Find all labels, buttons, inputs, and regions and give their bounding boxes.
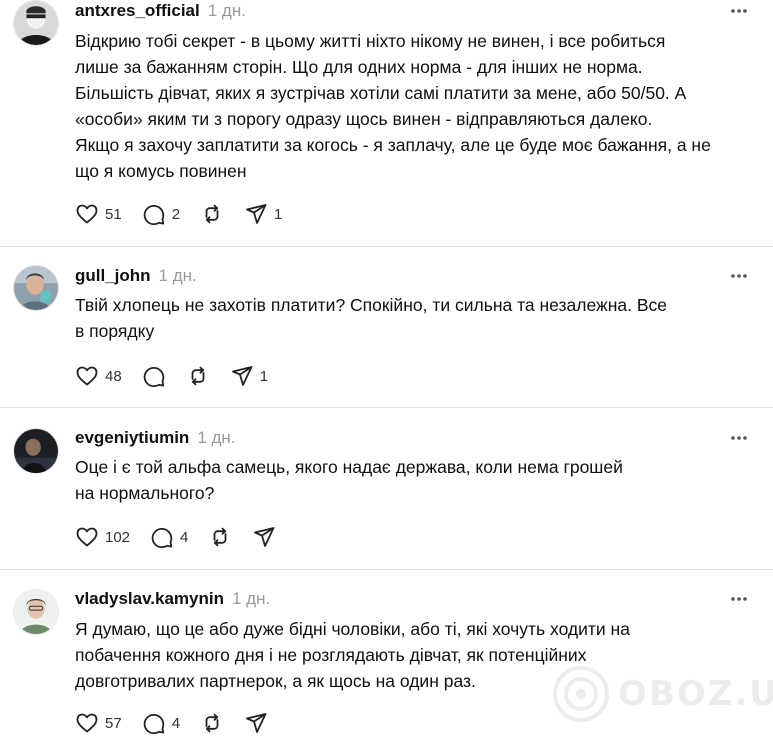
repost-icon <box>205 713 219 733</box>
share-button[interactable]: 1 <box>244 201 282 227</box>
timestamp: 1 дн. <box>158 266 197 285</box>
like-count: 102 <box>105 528 131 546</box>
post-antxres-official: antxres_official 1 дн. Відкрию тобі секре… <box>0 0 773 247</box>
send-icon <box>231 366 253 386</box>
action-bar: 57 4 <box>75 710 288 736</box>
like-button[interactable]: 57 <box>75 710 122 736</box>
action-bar: 48 1 <box>75 363 288 389</box>
avatar-image <box>14 429 58 473</box>
username[interactable]: evgeniytiumin <box>75 428 189 447</box>
timestamp: 1 дн. <box>197 428 236 447</box>
share-count: 1 <box>259 367 269 385</box>
send-icon <box>246 204 267 224</box>
reply-button[interactable]: 4 <box>142 710 180 736</box>
avatar-image <box>14 266 58 310</box>
more-icon[interactable] <box>729 589 749 609</box>
watermark-text: OBOZ.UA <box>618 674 773 714</box>
text-line: Якщо я захочу заплатити за когось - я за… <box>75 135 711 155</box>
heart-icon <box>76 713 98 733</box>
comment-icon <box>143 713 164 735</box>
watermark: OBOZ.UA <box>552 664 773 724</box>
post-gull-john: gull_john 1 дн. Твій хлопець не захотів п… <box>0 247 773 408</box>
text-line: лише за бажанням сторін. Що для одних но… <box>75 57 643 77</box>
repost-button[interactable] <box>208 524 232 550</box>
avatar[interactable] <box>13 265 59 311</box>
post-text: Оце і є той альфа самець, якого надає де… <box>75 454 755 506</box>
timestamp: 1 дн. <box>207 1 246 20</box>
reply-count: 4 <box>171 714 181 732</box>
avatar[interactable] <box>13 589 59 635</box>
text-line: на нормального? <box>75 483 215 503</box>
reply-count: 4 <box>180 528 189 546</box>
username[interactable]: antxres_official <box>75 1 200 20</box>
watermark-logo-icon <box>553 666 609 722</box>
avatar[interactable] <box>13 0 59 46</box>
action-bar: 102 4 <box>75 524 296 550</box>
like-button[interactable]: 48 <box>75 363 122 389</box>
reply-button[interactable] <box>142 363 166 389</box>
text-line: «особи» яким ти з порогу одразу щось вин… <box>75 109 653 129</box>
action-bar: 51 2 1 <box>75 201 302 227</box>
repost-icon <box>213 527 227 547</box>
username[interactable]: vladyslav.kamynin <box>75 589 224 608</box>
like-button[interactable]: 102 <box>75 524 130 550</box>
like-count: 51 <box>105 205 122 223</box>
reply-button[interactable]: 4 <box>150 524 188 550</box>
more-icon[interactable] <box>729 1 749 21</box>
text-line: що я комусь повинен <box>75 161 247 181</box>
like-count: 48 <box>105 367 122 385</box>
text-line: Оце і є той альфа самець, якого надає де… <box>75 457 623 477</box>
like-button[interactable]: 51 <box>75 201 122 227</box>
repost-button[interactable] <box>186 363 210 389</box>
reply-button[interactable]: 2 <box>142 201 180 227</box>
avatar-image <box>14 1 58 45</box>
post-text: Твій хлопець не захотів платити? Спокійн… <box>75 292 755 344</box>
repost-icon <box>205 204 219 224</box>
repost-icon <box>191 366 205 386</box>
comment-icon <box>151 527 173 549</box>
text-line: Твій хлопець не захотів платити? Спокійн… <box>75 295 668 315</box>
heart-icon <box>76 527 98 547</box>
post-text: Відкрию тобі секрет - в цьому житті ніхт… <box>75 28 755 184</box>
send-icon <box>246 713 267 733</box>
reply-count: 2 <box>171 205 181 223</box>
repost-button[interactable] <box>200 201 224 227</box>
share-count: 1 <box>274 205 283 223</box>
share-button[interactable] <box>244 710 268 736</box>
avatar[interactable] <box>13 428 59 474</box>
like-count: 57 <box>105 714 122 732</box>
text-line: Більшість дівчат, яких я зустрічав хотіл… <box>75 83 687 103</box>
text-line: Я думаю, що це або дуже бідні чоловіки, … <box>75 619 630 639</box>
repost-button[interactable] <box>200 710 224 736</box>
text-line: в порядку <box>75 321 155 341</box>
username[interactable]: gull_john <box>75 266 151 285</box>
comment-icon <box>143 366 164 388</box>
heart-icon <box>76 204 98 224</box>
heart-icon <box>76 366 98 386</box>
share-button[interactable]: 1 <box>230 363 268 389</box>
comment-icon <box>143 204 164 226</box>
more-icon[interactable] <box>729 428 749 448</box>
send-icon <box>254 527 275 547</box>
timestamp: 1 дн. <box>232 589 271 608</box>
text-line: Відкрию тобі секрет - в цьому житті ніхт… <box>75 31 666 51</box>
more-icon[interactable] <box>729 266 749 286</box>
post-evgeniytiumin: evgeniytiumin 1 дн. Оце і є той альфа сам… <box>0 408 773 570</box>
share-button[interactable] <box>252 524 276 550</box>
avatar-image <box>14 590 58 634</box>
